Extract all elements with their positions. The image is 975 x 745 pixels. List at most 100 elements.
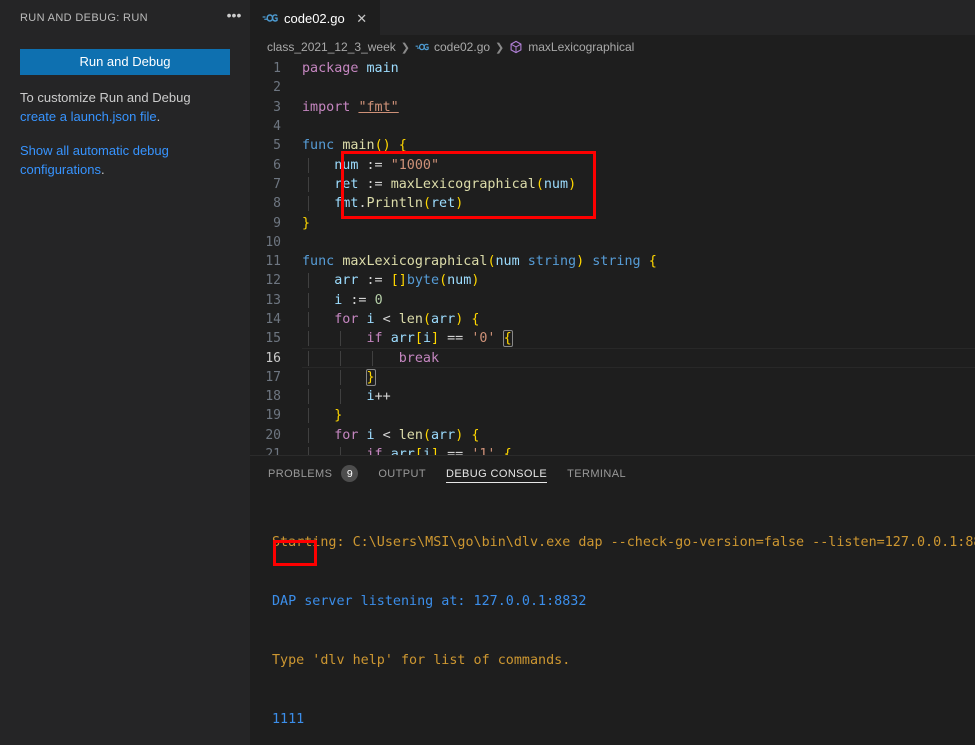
line-content: } <box>302 368 975 386</box>
line-number: 6 <box>273 157 281 173</box>
sidebar-header: RUN AND DEBUG: RUN ••• <box>0 0 250 35</box>
line-number: 14 <box>265 312 281 327</box>
line-content: } <box>302 408 975 424</box>
panel-tab-bar: PROBLEMS 9 OUTPUT DEBUG CONSOLE TERMINAL <box>250 456 975 491</box>
line-content: i++ <box>302 389 975 405</box>
vscode-window: RUN AND DEBUG: RUN ••• Run and Debug To … <box>0 0 975 745</box>
breadcrumb-item-file[interactable]: code02.go <box>415 40 490 54</box>
code-line: 20 for i < len(arr) { <box>250 426 975 445</box>
code-line: 8 fmt.Println(ret) <box>250 194 975 213</box>
line-content: num := "1000" <box>302 157 975 173</box>
create-launchjson-link[interactable]: create a launch.json file <box>20 109 157 124</box>
breadcrumb-symbol-label: maxLexicographical <box>528 40 635 54</box>
customize-hint: To customize Run and Debug create a laun… <box>20 88 230 126</box>
line-number: 13 <box>265 292 281 308</box>
code-line: 5 func main() { <box>250 136 975 155</box>
code-line: 7 ret := maxLexicographical(num) <box>250 175 975 194</box>
line-number: 12 <box>265 273 281 289</box>
go-file-icon <box>415 40 429 54</box>
code-line-active: 16 break <box>250 348 975 369</box>
code-line: 4 <box>250 117 975 136</box>
line-content: arr := []byte(num) <box>302 273 975 289</box>
line-content: } <box>302 215 311 231</box>
line-number: 15 <box>265 331 281 347</box>
line-content: for i < len(arr) { <box>302 312 975 327</box>
line-number: 17 <box>265 369 281 385</box>
code-line: 9} <box>250 213 975 232</box>
code-line: 11 func maxLexicographical(num string) st… <box>250 252 975 271</box>
run-and-debug-sidebar: RUN AND DEBUG: RUN ••• Run and Debug To … <box>0 0 250 745</box>
console-line: Starting: C:\Users\MSI\go\bin\dlv.exe da… <box>272 535 975 551</box>
line-number: 21 <box>265 447 281 455</box>
line-number: 5 <box>273 138 281 154</box>
code-line: 14 for i < len(arr) { <box>250 310 975 329</box>
code-line: 21 if arr[i] == '1' { <box>250 445 975 455</box>
sidebar-body: Run and Debug To customize Run and Debug… <box>0 35 250 179</box>
line-number: 1 <box>273 61 281 77</box>
tab-bar-empty-space <box>379 0 975 35</box>
tab-debug-console[interactable]: DEBUG CONSOLE <box>445 456 548 491</box>
ellipsis-icon[interactable]: ••• <box>222 6 246 30</box>
code-line: 19 } <box>250 406 975 425</box>
code-line: 17 } <box>250 368 975 387</box>
line-content: if arr[i] == '1' { <box>302 447 975 455</box>
line-number: 16 <box>265 350 281 366</box>
debug-console-output[interactable]: Starting: C:\Users\MSI\go\bin\dlv.exe da… <box>250 491 975 745</box>
tab-terminal[interactable]: TERMINAL <box>567 456 626 491</box>
code-line: 1 package main <box>250 59 975 78</box>
line-content: func maxLexicographical(num string) stri… <box>302 254 657 270</box>
go-file-icon <box>262 10 278 26</box>
breadcrumb: class_2021_12_3_week ❯ code02.go ❯ maxLe… <box>250 35 975 59</box>
line-content: i := 0 <box>302 292 975 308</box>
code-editor[interactable]: 1 package main 2 3 import "fmt" 4 5 func ma… <box>250 59 975 455</box>
tab-problems-label: PROBLEMS <box>268 467 333 480</box>
chevron-right-icon: ❯ <box>400 41 410 54</box>
line-number: 2 <box>273 80 281 96</box>
line-number: 8 <box>273 196 281 212</box>
line-number: 4 <box>273 119 281 135</box>
line-number: 18 <box>265 389 281 405</box>
line-content: ret := maxLexicographical(num) <box>302 176 975 192</box>
breadcrumb-folder-label: class_2021_12_3_week <box>267 40 396 54</box>
line-content: break <box>302 350 975 366</box>
breadcrumb-item-symbol[interactable]: maxLexicographical <box>509 40 634 54</box>
line-number: 3 <box>273 99 281 115</box>
line-content: for i < len(arr) { <box>302 427 975 443</box>
code-line: 13 i := 0 <box>250 291 975 310</box>
close-icon[interactable]: ✕ <box>354 10 370 26</box>
tab-label: code02.go <box>284 10 345 26</box>
line-number: 9 <box>273 215 281 231</box>
line-number: 10 <box>265 234 281 250</box>
tab-debug-console-label: DEBUG CONSOLE <box>445 467 548 480</box>
line-number: 7 <box>273 176 281 192</box>
console-line: DAP server listening at: 127.0.0.1:8832 <box>272 593 587 609</box>
line-number: 20 <box>265 427 281 443</box>
code-line: 6 num := "1000" <box>250 155 975 174</box>
tab-output[interactable]: OUTPUT <box>378 456 426 491</box>
console-line-program-output: 1111 <box>272 711 305 727</box>
customize-hint-text: To customize Run and Debug <box>20 90 191 105</box>
tab-terminal-label: TERMINAL <box>567 467 626 480</box>
line-content: if arr[i] == '0' { <box>302 330 975 348</box>
line-number: 19 <box>265 408 281 424</box>
page-title: RUN AND DEBUG: RUN <box>20 11 148 24</box>
code-lines: 1 package main 2 3 import "fmt" 4 5 func ma… <box>250 59 975 455</box>
code-line: 18 i++ <box>250 387 975 406</box>
tab-code02-go[interactable]: code02.go ✕ <box>250 0 380 35</box>
run-and-debug-button[interactable]: Run and Debug <box>20 49 230 75</box>
editor-area: code02.go ✕ class_2021_12_3_week ❯ code0… <box>250 0 975 745</box>
automatic-config-hint: Show all automatic debug configurations. <box>20 141 230 179</box>
automatic-config-suffix: . <box>100 162 105 177</box>
bottom-panel: PROBLEMS 9 OUTPUT DEBUG CONSOLE TERMINAL… <box>250 455 975 745</box>
symbol-method-icon <box>509 40 523 54</box>
tab-problems[interactable]: PROBLEMS 9 <box>268 456 359 491</box>
breadcrumb-file-label: code02.go <box>433 40 491 54</box>
show-automatic-debug-configs-link[interactable]: Show all automatic debug configurations <box>20 143 169 177</box>
code-line: 10 <box>250 233 975 252</box>
line-content: fmt.Println(ret) <box>302 196 975 212</box>
code-line: 2 <box>250 78 975 97</box>
status-badge: 9 <box>341 465 359 482</box>
code-line: 15 if arr[i] == '0' { <box>250 329 975 348</box>
breadcrumb-item-folder[interactable]: class_2021_12_3_week <box>267 40 396 54</box>
tab-output-label: OUTPUT <box>378 467 426 480</box>
